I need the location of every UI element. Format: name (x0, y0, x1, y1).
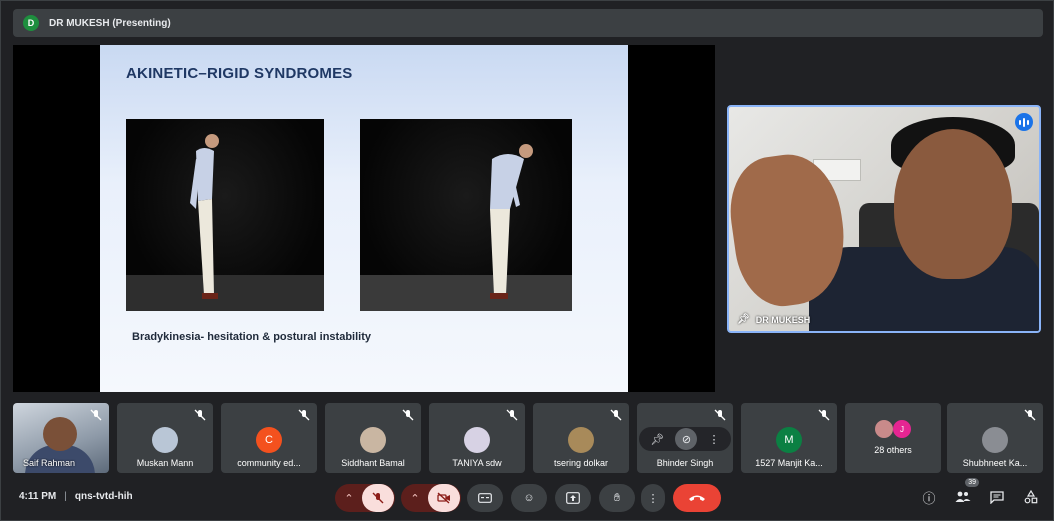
mic-off-icon (610, 409, 622, 421)
mic-off-button[interactable] (362, 484, 394, 512)
participant-name: TANIYA sdw (452, 458, 502, 468)
chat-glyph (990, 490, 1004, 504)
mic-off-icon (506, 409, 518, 421)
participant-tile[interactable]: Saif Rahman (13, 403, 109, 473)
participant-strip: Saif Rahman Muskan Mann C community ed..… (13, 403, 1043, 473)
emoji-icon: ☺ (523, 492, 535, 504)
slide: AKINETIC–RIGID SYNDROMES Bradykinesia- h… (100, 45, 628, 392)
speaker-tile[interactable]: 📌︎ DR MUKESH (727, 105, 1041, 333)
separator: | (64, 491, 67, 502)
chat-icon[interactable] (987, 487, 1007, 507)
presentation-stage: AKINETIC–RIGID SYNDROMES Bradykinesia- h… (13, 45, 715, 392)
presenter-bar: D DR MUKESH (Presenting) (13, 9, 1043, 37)
participant-name: Siddhant Bamal (341, 458, 405, 468)
slide-photo-right (360, 119, 572, 311)
slide-caption: Bradykinesia- hesitation & postural inst… (132, 331, 371, 343)
captions-button[interactable] (467, 484, 503, 512)
speaker-face (894, 129, 1012, 279)
participant-name: community ed... (237, 458, 301, 468)
speaking-indicator-icon (1015, 113, 1033, 131)
participant-avatar: M (776, 427, 802, 453)
participant-video-face (43, 417, 77, 451)
others-avatar: J (893, 420, 911, 438)
mic-off-icon (90, 409, 102, 421)
participant-tile[interactable]: Shubhneet Ka... (947, 403, 1043, 473)
participant-tile[interactable]: C community ed... (221, 403, 317, 473)
stooped-man-figure-left (126, 134, 324, 311)
participant-name: 1527 Manjit Ka... (755, 458, 823, 468)
tile-hover-controls: 📌︎ ⊘ ⋮ (639, 427, 731, 451)
slide-photo-left (126, 119, 324, 311)
meeting-info: 4:11 PM | qns-tvtd-hih (19, 491, 133, 502)
people-icon[interactable]: 39 (953, 478, 979, 507)
mic-off-icon (402, 409, 414, 421)
raise-hand-button[interactable]: ✋︎ (599, 484, 635, 512)
present-screen-icon (566, 492, 580, 504)
speaker-name: DR MUKESH (755, 314, 811, 325)
participant-tile[interactable]: Siddhant Bamal (325, 403, 421, 473)
reactions-button[interactable]: ☺ (511, 484, 547, 512)
participant-name: tsering dolkar (553, 458, 609, 468)
hand-icon: ✋︎ (613, 491, 621, 504)
mute-participant-icon[interactable]: ⊘ (675, 428, 698, 450)
participant-name: Shubhneet Ka... (962, 458, 1028, 468)
hang-up-icon (689, 495, 705, 501)
mic-off-icon (1024, 409, 1036, 421)
participant-tile[interactable]: Muskan Mann (117, 403, 213, 473)
mic-off-icon (372, 492, 384, 504)
camera-control: ⌃ (401, 484, 461, 512)
participant-avatar (568, 427, 594, 453)
mic-control: ⌃ (335, 484, 395, 512)
slide-title: AKINETIC–RIGID SYNDROMES (126, 65, 353, 82)
others-avatar (875, 420, 893, 438)
captions-icon (478, 493, 492, 503)
control-bar: 4:11 PM | qns-tvtd-hih ⌃ ⌃ ☺ ✋︎ ⋮ ⓘ 39 (1, 478, 1054, 519)
participant-tile[interactable]: TANIYA sdw (429, 403, 525, 473)
pin-icon[interactable]: 📌︎ (651, 433, 665, 446)
participant-tile[interactable]: tsering dolkar (533, 403, 629, 473)
mic-off-icon (298, 409, 310, 421)
participant-name: Saif Rahman (23, 458, 76, 468)
leave-call-button[interactable] (673, 484, 721, 512)
camera-off-button[interactable] (428, 484, 460, 512)
meeting-details-icon[interactable]: ⓘ (919, 487, 939, 507)
meet-window: D DR MUKESH (Presenting) AKINETIC–RIGID … (0, 0, 1054, 521)
camera-off-icon (437, 492, 450, 504)
participant-avatar (982, 427, 1008, 453)
more-options-icon[interactable]: ⋮ (708, 433, 719, 446)
participant-avatar: C (256, 427, 282, 453)
activities-glyph (1024, 490, 1038, 504)
mic-off-icon (714, 409, 726, 421)
others-tile[interactable]: J 28 others (845, 403, 941, 473)
presenter-title: DR MUKESH (Presenting) (49, 17, 171, 29)
participant-name: Muskan Mann (136, 458, 194, 468)
camera-options-chevron-icon[interactable]: ⌃ (402, 492, 428, 505)
meeting-code: qns-tvtd-hih (74, 491, 133, 502)
more-options-button[interactable]: ⋮ (641, 484, 665, 512)
present-button[interactable] (555, 484, 591, 512)
presenter-avatar: D (23, 15, 39, 31)
others-count: 28 others (874, 445, 912, 455)
participant-avatar (152, 427, 178, 453)
speaker-name-tag: 📌︎ DR MUKESH (737, 314, 810, 325)
activities-icon[interactable] (1021, 487, 1041, 507)
participant-avatar (464, 427, 490, 453)
mic-off-icon (194, 409, 206, 421)
people-count-badge: 39 (965, 478, 979, 487)
stooped-man-figure-right (360, 144, 572, 311)
pin-icon: 📌︎ (737, 314, 750, 325)
people-glyph (955, 491, 971, 502)
mic-off-icon (818, 409, 830, 421)
participant-tile[interactable]: M 1527 Manjit Ka... (741, 403, 837, 473)
right-controls: ⓘ 39 (919, 478, 1041, 507)
clock: 4:11 PM (19, 491, 57, 502)
participant-avatar (360, 427, 386, 453)
participant-name: Bhinder Singh (656, 458, 714, 468)
more-vert-icon: ⋮ (647, 492, 659, 505)
mic-options-chevron-icon[interactable]: ⌃ (336, 492, 362, 505)
participant-tile[interactable]: 📌︎ ⊘ ⋮ Bhinder Singh (637, 403, 733, 473)
